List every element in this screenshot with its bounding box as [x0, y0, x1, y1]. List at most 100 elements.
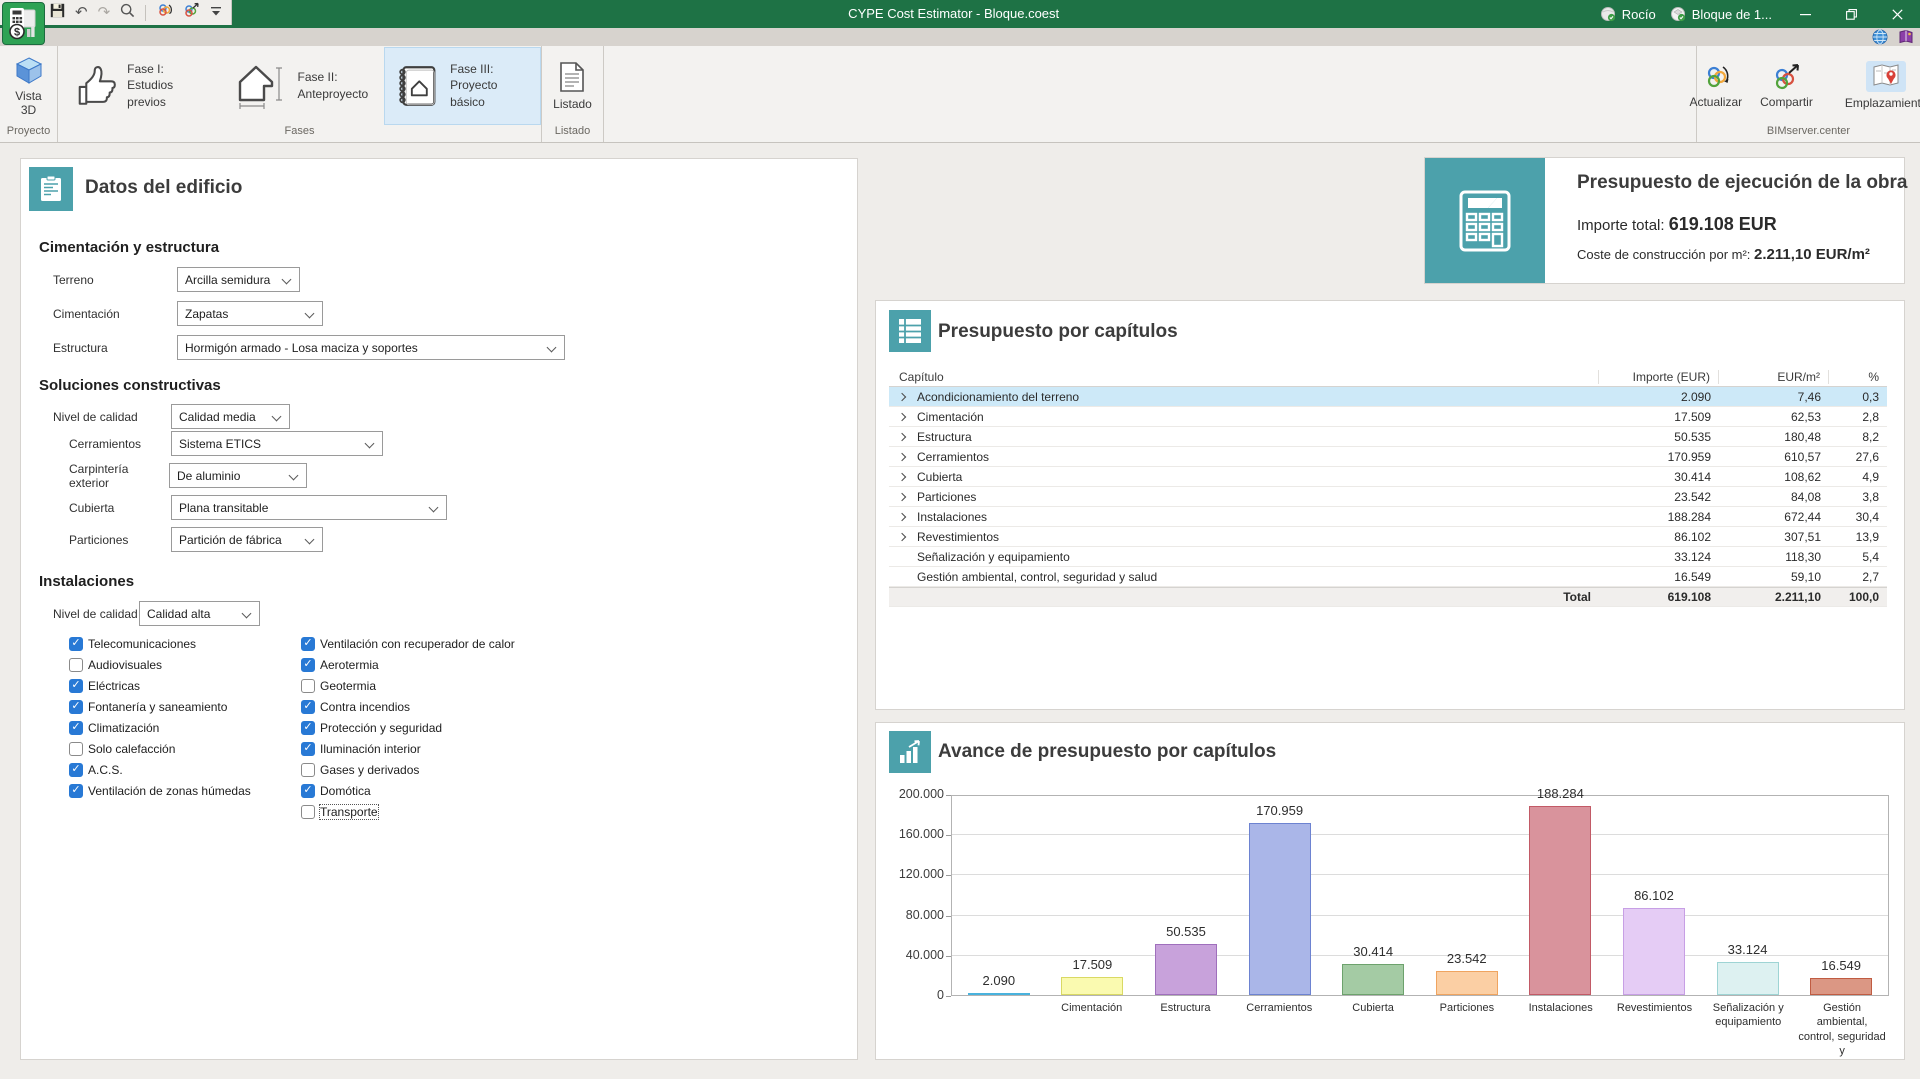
estructura-dropdown[interactable]: Hormigón armado - Losa maciza y soportes: [177, 335, 565, 360]
expand-chevron-icon[interactable]: [897, 532, 907, 541]
checkbox-item-a-c-s[interactable]: ✓ A.C.S.: [69, 759, 251, 780]
checkbox-item-fontaner-a-y-saneamiento[interactable]: ✓ Fontanería y saneamiento: [69, 696, 251, 717]
checkbox-checked-icon[interactable]: ✓: [69, 678, 83, 693]
checkbox-checked-icon[interactable]: ✓: [301, 699, 315, 714]
x-category-label: Instalaciones: [1528, 1002, 1593, 1014]
cubierta-dropdown[interactable]: Plana transitable: [171, 495, 447, 520]
expand-chevron-icon[interactable]: [897, 452, 907, 461]
checkbox-item-climatizaci-n[interactable]: ✓ Climatización: [69, 717, 251, 738]
checkbox-item-gases-y-derivados[interactable]: Gases y derivados: [301, 759, 515, 780]
emplazamiento-button[interactable]: Emplazamiento: [1837, 47, 1920, 125]
fase-1-button[interactable]: Fase I: Estudios previos: [66, 47, 220, 125]
table-row-cerramientos[interactable]: Cerramientos 170.959 610,57 27,6: [889, 447, 1887, 467]
checkbox-checked-icon[interactable]: ✓: [69, 783, 83, 798]
checkbox-checked-icon[interactable]: ✓: [69, 720, 83, 735]
carpinteria-dropdown[interactable]: De aluminio: [169, 463, 307, 488]
bimserver-share-button[interactable]: [183, 2, 200, 23]
search-button[interactable]: [120, 3, 135, 23]
checkbox-checked-icon[interactable]: ✓: [69, 636, 83, 651]
table-row-cimentaci-n[interactable]: Cimentación 17.509 62,53 2,8: [889, 407, 1887, 427]
bar-slot: 16.549: [1794, 796, 1888, 995]
table-row-instalaciones[interactable]: Instalaciones 188.284 672,44 30,4: [889, 507, 1887, 527]
title-bar: CYPE Cost Estimator - Bloque.coest Rocío…: [0, 0, 1920, 28]
checkbox-checked-icon[interactable]: ✓: [301, 657, 315, 672]
checkbox-item-geotermia[interactable]: Geotermia: [301, 675, 515, 696]
expand-chevron-icon[interactable]: [897, 472, 907, 481]
user-badge[interactable]: Rocío: [1600, 6, 1656, 22]
vista-3d-button[interactable]: Vista 3D: [6, 47, 52, 125]
bimserver-sync-button[interactable]: [156, 2, 173, 23]
checkbox-item-aerotermia[interactable]: ✓ Aerotermia: [301, 654, 515, 675]
undo-button[interactable]: ↶: [75, 5, 88, 20]
terreno-dropdown[interactable]: Arcilla semidura: [177, 267, 300, 292]
redo-button[interactable]: ↷: [98, 5, 111, 20]
checkbox-checked-icon[interactable]: ✓: [69, 699, 83, 714]
checkbox-item-dom-tica[interactable]: ✓ Domótica: [301, 780, 515, 801]
table-row-revestimientos[interactable]: Revestimientos 86.102 307,51 13,9: [889, 527, 1887, 547]
checkbox-item-el-ctricas[interactable]: ✓ Eléctricas: [69, 675, 251, 696]
checkbox-checked-icon[interactable]: ✓: [69, 762, 83, 777]
checkbox-checked-icon[interactable]: ✓: [301, 636, 315, 651]
expand-chevron-icon[interactable]: [897, 432, 907, 441]
column-header-pct: %: [1868, 369, 1879, 384]
minimize-button[interactable]: [1782, 0, 1828, 28]
y-tick-label: 160.000: [898, 827, 944, 842]
table-row-se-alizaci-n-y-equipamiento[interactable]: Señalización y equipamiento 33.124 118,30 5…: [889, 547, 1887, 567]
chapter-importe: 17.509: [1674, 409, 1711, 424]
expand-chevron-icon[interactable]: [897, 512, 907, 521]
table-row-gesti-n-ambiental-control-seguridad-y-salud[interactable]: Gestión ambiental, control, seguridad y …: [889, 567, 1887, 587]
checkbox-item-audiovisuales[interactable]: Audiovisuales: [69, 654, 251, 675]
fase-3-line2: Proyecto básico: [450, 78, 498, 109]
actualizar-button[interactable]: Actualizar: [1681, 47, 1750, 125]
checkbox-item-protecci-n-y-seguridad[interactable]: ✓ Protección y seguridad: [301, 717, 515, 738]
checkbox-unchecked-icon[interactable]: [69, 741, 83, 756]
checkbox-item-ventilaci-n-con-recuperador-de-calor[interactable]: ✓ Ventilación con recuperador de calor: [301, 633, 515, 654]
checkbox-item-solo-calefacci-n[interactable]: Solo calefacción: [69, 738, 251, 759]
cerramientos-dropdown[interactable]: Sistema ETICS: [171, 431, 383, 456]
listado-button[interactable]: Listado: [545, 47, 600, 125]
checkbox-checked-icon[interactable]: ✓: [301, 720, 315, 735]
app-menu-button[interactable]: $: [2, 2, 45, 45]
cimentacion-dropdown[interactable]: Zapatas: [177, 301, 323, 326]
fase-3-button-selected[interactable]: Fase III: Proyecto básico: [384, 46, 541, 125]
checkbox-item-telecomunicaciones[interactable]: ✓ Telecomunicaciones: [69, 633, 251, 654]
solutions-heading: Soluciones constructivas: [39, 377, 221, 394]
checkbox-item-contra-incendios[interactable]: ✓ Contra incendios: [301, 696, 515, 717]
instalaciones-nivel-dropdown[interactable]: Calidad alta: [139, 601, 260, 626]
bimserver-share-icon: [185, 2, 199, 17]
particiones-dropdown[interactable]: Partición de fábrica: [171, 527, 323, 552]
checkbox-item-ventilaci-n-de-zonas-h-medas[interactable]: ✓ Ventilación de zonas húmedas: [69, 780, 251, 801]
table-row-particiones[interactable]: Particiones 23.542 84,08 3,8: [889, 487, 1887, 507]
compartir-button[interactable]: Compartir: [1752, 47, 1821, 125]
save-button[interactable]: [50, 3, 65, 23]
total-label-cell: Total: [889, 590, 1599, 604]
row-name-cell: Revestimientos: [889, 530, 1599, 544]
table-row-estructura[interactable]: Estructura 50.535 180,48 8,2: [889, 427, 1887, 447]
checkbox-unchecked-icon[interactable]: [301, 762, 315, 777]
chapter-name: Cimentación: [917, 409, 984, 424]
checkbox-unchecked-icon[interactable]: [301, 678, 315, 693]
checkbox-unchecked-icon[interactable]: [301, 804, 315, 819]
checkbox-item-transporte[interactable]: Transporte: [301, 801, 515, 822]
emplazamiento-label: Emplazamiento: [1844, 96, 1920, 110]
restore-button[interactable]: [1828, 0, 1874, 28]
project-badge[interactable]: Bloque de 1...: [1670, 6, 1772, 22]
expand-chevron-icon[interactable]: [897, 492, 907, 501]
toolbar-overflow-button[interactable]: [210, 4, 222, 22]
x-category-label: Señalización y equipamiento: [1712, 1002, 1784, 1029]
fase-2-button[interactable]: Fase II: Anteproyecto: [226, 47, 379, 125]
table-row-cubierta[interactable]: Cubierta 30.414 108,62 4,9: [889, 467, 1887, 487]
checkbox-checked-icon[interactable]: ✓: [301, 783, 315, 798]
expand-chevron-icon[interactable]: [897, 412, 907, 421]
ribbon-group-listado: Listado Listado: [542, 46, 604, 142]
table-row-acondicionamiento-del-terreno[interactable]: Acondicionamiento del terreno 2.090 7,46 0,…: [889, 387, 1887, 407]
y-tick-label: 120.000: [898, 867, 944, 882]
checkbox-item-iluminaci-n-interior[interactable]: ✓ Iluminación interior: [301, 738, 515, 759]
expand-chevron-icon[interactable]: [897, 392, 907, 401]
window-title: CYPE Cost Estimator - Bloque.coest: [848, 6, 1060, 21]
checkbox-unchecked-icon[interactable]: [69, 657, 83, 672]
checkbox-checked-icon[interactable]: ✓: [301, 741, 315, 756]
nivel-calidad-dropdown[interactable]: Calidad media: [171, 404, 290, 429]
close-button[interactable]: [1874, 0, 1920, 28]
cimentacion-value: Zapatas: [185, 306, 229, 321]
